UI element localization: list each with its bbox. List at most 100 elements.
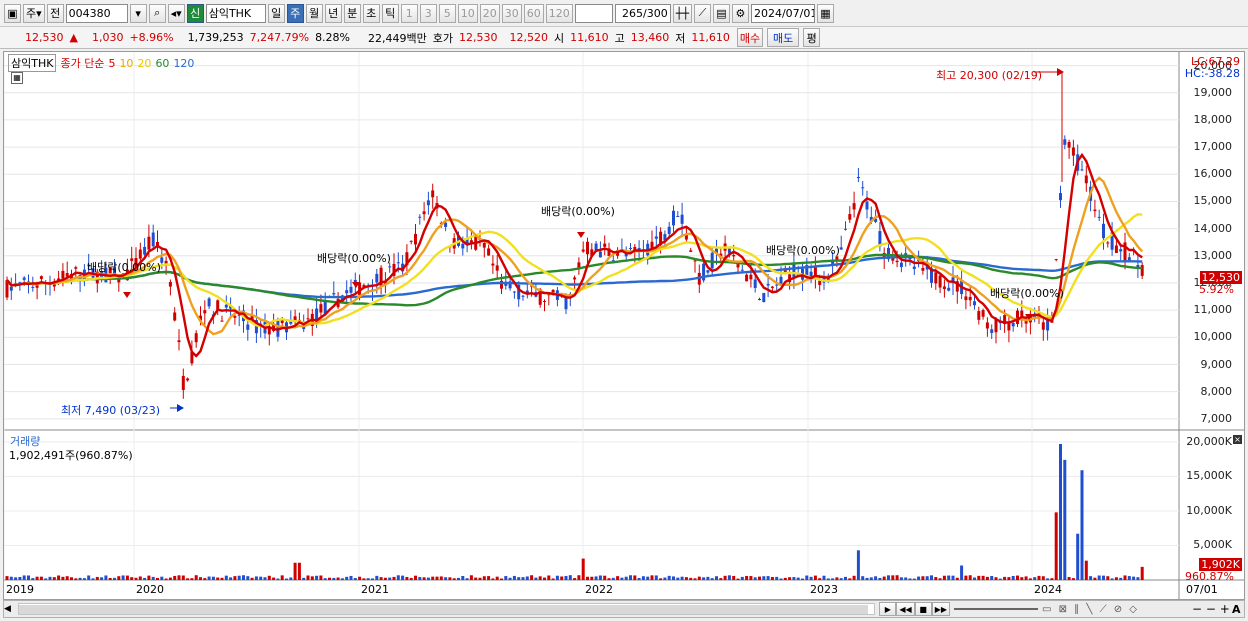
x-tick-label: 2023 — [810, 583, 838, 596]
legend-stock-name[interactable]: 삼익THK — [8, 54, 57, 72]
min-10-button[interactable]: 10 — [457, 3, 478, 23]
price-tick-label: 17,000 — [1193, 140, 1233, 154]
zoom-controls-icon[interactable]: − − + — [1192, 602, 1232, 616]
eval-button[interactable]: 평 — [803, 28, 821, 47]
speaker-icon[interactable]: ◂▾ — [167, 3, 185, 23]
indicator-icon[interactable]: ⟋ — [693, 3, 711, 23]
volume-bar — [1054, 512, 1058, 580]
volume-bar — [48, 576, 52, 580]
scrollbar-track[interactable] — [18, 603, 876, 615]
volume-bar — [194, 575, 198, 580]
volume-bar — [177, 575, 181, 580]
volume-bar — [44, 578, 48, 580]
sell-button[interactable]: 매도 — [767, 28, 800, 47]
market-select[interactable]: 주 ▾ — [23, 3, 45, 23]
fast-forward-icon[interactable]: ▶▶ — [931, 602, 950, 616]
rewind-icon[interactable]: ◀◀ — [896, 602, 915, 616]
close-pane-icon[interactable]: × — [1233, 435, 1242, 444]
candle-body — [856, 176, 860, 179]
volume-bar — [487, 576, 491, 580]
volume-bar — [444, 577, 448, 580]
candle-body — [1041, 322, 1045, 330]
volume-bar — [805, 575, 809, 580]
scroll-right-icon[interactable]: ▶ — [879, 602, 897, 616]
volume-bar — [5, 576, 9, 580]
tab-tick[interactable]: 틱 — [381, 3, 399, 23]
volume-bar — [1114, 577, 1118, 580]
tab-month[interactable]: 월 — [305, 3, 323, 23]
min-120-button[interactable]: 120 — [545, 3, 573, 23]
tab-week[interactable]: 주 — [286, 3, 304, 23]
buy-button[interactable]: 매수 — [736, 28, 764, 47]
volume-bar — [362, 578, 366, 580]
price-volume-chart[interactable] — [4, 52, 1244, 599]
count-input[interactable]: 265/300 — [614, 3, 671, 23]
candle-body — [543, 301, 546, 303]
window-menu-icon[interactable]: ▣ — [4, 3, 21, 23]
drawing-tools-icon[interactable]: ▭ ⊠ ∥ ╲ ⟋ ⊘ ◇ — [1042, 604, 1192, 615]
save-icon[interactable]: ▤ — [712, 3, 730, 23]
chart-panel[interactable]: 삼익THK 종가 단순 5 10 20 60 120 ▦ 20,000 19,00… — [3, 51, 1245, 600]
min-20-button[interactable]: 20 — [479, 3, 500, 23]
scrollbar-thumb[interactable] — [19, 605, 869, 614]
volume-bar — [379, 577, 383, 580]
volume-bar — [964, 575, 968, 580]
volume-bar — [57, 575, 61, 580]
scrollbar-area[interactable]: ◀ ▶ ◀◀ ■ ▶▶ ▭ ⊠ ∥ ╲ ⟋ ⊘ ◇ − − + A — [3, 600, 1245, 618]
volume-bar — [882, 576, 886, 580]
volume-bar — [1011, 575, 1015, 580]
prev-button[interactable]: 전 — [46, 3, 64, 23]
candle-body — [1054, 259, 1058, 261]
volume-bar — [164, 578, 168, 580]
volume-bar — [113, 577, 116, 580]
tab-minute[interactable]: 분 — [343, 3, 361, 23]
grid-settings-icon[interactable]: ▦ — [11, 72, 23, 84]
volume-bar — [732, 575, 736, 580]
candle-body — [1020, 310, 1024, 317]
volume-bar — [426, 577, 430, 580]
volume-bar — [981, 575, 985, 580]
min-60-button[interactable]: 60 — [523, 3, 544, 23]
volume-bar — [607, 578, 611, 580]
stop-icon[interactable]: ■ — [914, 602, 932, 616]
code-input[interactable]: 004380 — [65, 3, 128, 23]
volume-bar — [1136, 577, 1140, 580]
volume-bar — [87, 575, 91, 580]
search-icon[interactable]: ⌕ — [148, 3, 166, 23]
open-price: 11,610 — [570, 31, 609, 44]
zoom-slider[interactable] — [954, 608, 1038, 610]
volume-bar — [684, 577, 688, 580]
tab-year[interactable]: 년 — [324, 3, 342, 23]
candle-body — [349, 286, 353, 293]
code-dropdown-icon[interactable]: ▾ — [129, 3, 147, 23]
calendar-icon[interactable]: ▦ — [816, 3, 834, 23]
candle-body — [422, 211, 426, 215]
gear-icon[interactable]: ⚙ — [731, 3, 749, 23]
volume-bar — [792, 577, 796, 580]
min-5-button[interactable]: 5 — [438, 3, 456, 23]
candle-body — [762, 292, 766, 303]
min-1-button[interactable]: 1 — [400, 3, 418, 23]
volume-bar — [564, 575, 568, 580]
volume-bar — [190, 578, 194, 580]
volume-bar — [285, 578, 288, 580]
volume-bar — [315, 575, 319, 580]
date-input[interactable]: 2024/07/01 — [750, 3, 815, 23]
interval-dropdown[interactable] — [574, 3, 613, 23]
scroll-left-icon[interactable]: ◀ — [4, 604, 14, 614]
candle-body — [693, 260, 697, 262]
volume-bar — [220, 577, 224, 580]
volume-bar — [216, 577, 220, 580]
min-3-button[interactable]: 3 — [419, 3, 437, 23]
candle-type-icon[interactable]: ┼┼ — [672, 3, 692, 23]
tab-second[interactable]: 초 — [362, 3, 380, 23]
candle-body — [942, 286, 946, 290]
volume-bar — [280, 575, 284, 580]
stock-name-field[interactable]: 삼익THK — [205, 3, 266, 23]
tab-day[interactable]: 일 — [267, 3, 285, 23]
candle-body — [839, 247, 843, 250]
price-tick-label: 9,000 — [1200, 357, 1233, 371]
price-change: 1,030 — [91, 31, 124, 44]
font-size-icon[interactable]: A — [1232, 603, 1244, 616]
min-30-button[interactable]: 30 — [501, 3, 522, 23]
